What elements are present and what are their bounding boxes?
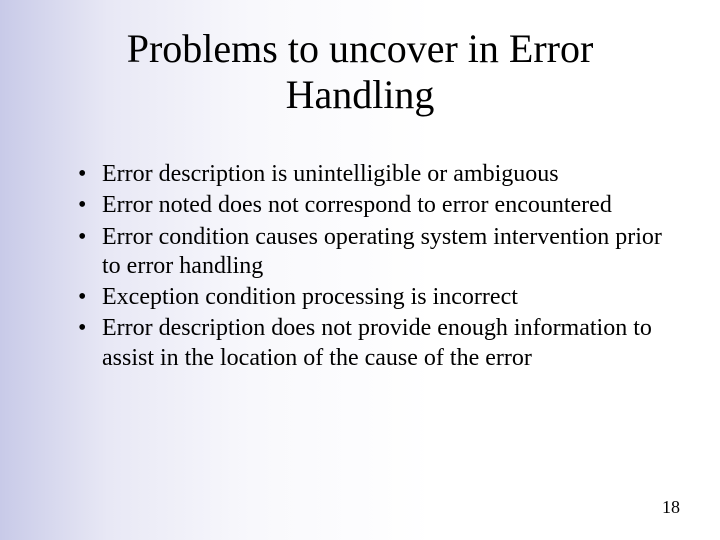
slide: Problems to uncover in Error Handling Er…: [0, 0, 720, 540]
bullet-list: Error description is unintelligible or a…: [50, 160, 670, 373]
page-number: 18: [662, 497, 680, 518]
list-item: Error condition causes operating system …: [78, 223, 670, 282]
list-item: Exception condition processing is incorr…: [78, 283, 670, 312]
slide-title: Problems to uncover in Error Handling: [50, 26, 670, 118]
list-item: Error description is unintelligible or a…: [78, 160, 670, 189]
list-item: Error description does not provide enoug…: [78, 314, 670, 373]
list-item: Error noted does not correspond to error…: [78, 191, 670, 220]
